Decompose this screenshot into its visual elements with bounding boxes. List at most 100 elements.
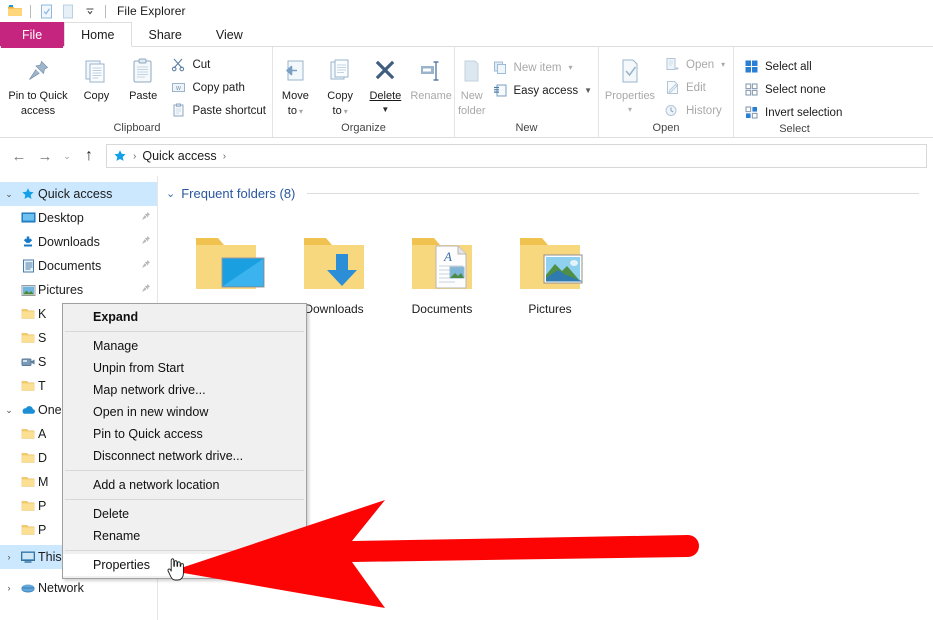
context-menu-item-label: Expand <box>93 310 139 324</box>
cut-button[interactable]: Cut <box>167 54 272 75</box>
context-menu-item-properties[interactable]: Properties <box>63 554 306 576</box>
new-item-icon <box>492 59 509 76</box>
up-button[interactable]: ↑ <box>76 143 102 169</box>
onedrive-icon <box>18 404 38 416</box>
context-menu-item-manage[interactable]: Manage <box>63 335 306 357</box>
open-button[interactable]: Open ▾ <box>661 54 731 75</box>
properties-ribbon-button[interactable]: Properties ▾ <box>599 51 661 114</box>
context-menu-item-delete[interactable]: Delete <box>63 503 306 525</box>
chevron-down-icon[interactable]: ⌄ <box>0 189 18 200</box>
new-folder-button[interactable]: New folder <box>455 51 489 117</box>
easy-access-caret-icon[interactable]: ▼ <box>584 86 592 95</box>
context-menu-item-add-a-network-location[interactable]: Add a network location <box>63 474 306 496</box>
title-bar: File Explorer <box>0 0 933 22</box>
tab-view[interactable]: View <box>199 22 260 47</box>
address-input[interactable]: › Quick access › <box>106 144 927 168</box>
paste-button[interactable]: Paste <box>119 51 168 102</box>
context-menu-item-open-in-new-window[interactable]: Open in new window <box>63 401 306 423</box>
edit-button[interactable]: Edit <box>661 77 731 98</box>
context-menu-item-label: Map network drive... <box>93 383 206 397</box>
context-menu-item-expand[interactable]: Expand <box>63 306 306 328</box>
history-button[interactable]: History <box>661 100 731 121</box>
context-menu-item-unpin-from-start[interactable]: Unpin from Start <box>63 357 306 379</box>
edit-icon <box>664 79 681 96</box>
copy-button[interactable]: Copy <box>74 51 119 102</box>
context-menu-item-label: Delete <box>93 507 130 521</box>
tab-file-label: File <box>22 28 43 42</box>
context-menu-item-pin-to-quick-access[interactable]: Pin to Quick access <box>63 423 306 445</box>
context-menu-separator <box>65 331 304 332</box>
paste-shortcut-button[interactable]: Paste shortcut <box>167 100 272 121</box>
forward-button[interactable]: → <box>32 143 58 169</box>
delete-button[interactable]: Delete ▼ <box>363 51 409 114</box>
select-none-button[interactable]: Select none <box>740 79 848 100</box>
context-menu-item-map-network-drive[interactable]: Map network drive... <box>63 379 306 401</box>
tab-share[interactable]: Share <box>132 22 199 47</box>
breadcrumb-quick-access[interactable]: Quick access <box>142 149 216 163</box>
chevron-down-icon[interactable]: ⌄ <box>166 187 175 200</box>
properties-ribbon-label: Properties <box>604 90 656 102</box>
recent-locations-button[interactable]: ⌄ <box>58 143 76 169</box>
sidebar-item-downloads[interactable]: Downloads <box>0 230 157 254</box>
folder-tile-pictures[interactable]: Pictures <box>496 212 604 330</box>
tab-view-label: View <box>215 28 243 42</box>
copy-to-button[interactable]: Copy to ▾ <box>318 51 363 118</box>
context-menu-item-label: Rename <box>93 529 141 543</box>
invert-selection-button[interactable]: Invert selection <box>740 102 848 123</box>
copy-path-button[interactable]: W Copy path <box>167 77 272 98</box>
new-folder-icon[interactable] <box>57 1 79 21</box>
new-item-caret-icon[interactable]: ▾ <box>568 63 572 72</box>
sidebar-item-network[interactable]: › Network <box>0 576 157 600</box>
quick-access-star-icon <box>113 149 127 163</box>
copy-to-icon <box>325 55 355 87</box>
new-item-button[interactable]: New item ▾ <box>489 57 598 78</box>
tab-share-label: Share <box>148 28 182 42</box>
history-icon <box>664 102 681 119</box>
chevron-right-icon[interactable]: › <box>0 583 18 593</box>
sidebar-item-documents[interactable]: Documents <box>0 254 157 278</box>
easy-access-label: Easy access <box>513 84 579 97</box>
sidebar-item-label: P <box>38 499 47 513</box>
pin-to-quick-access-button[interactable]: Pin to Quick access <box>2 51 74 117</box>
breadcrumb-separator-2[interactable]: › <box>223 151 226 162</box>
context-menu-item-rename[interactable]: Rename <box>63 525 306 547</box>
open-small-commands: Open ▾ Edit History <box>661 51 731 121</box>
sidebar-item-desktop[interactable]: Desktop <box>0 206 157 230</box>
customize-dropdown-icon[interactable] <box>79 1 101 21</box>
copy-label: Copy <box>83 90 110 102</box>
folder-tile-documents[interactable]: A Documents <box>388 212 496 330</box>
sidebar-item-pictures[interactable]: Pictures <box>0 278 157 302</box>
pin-indicator-icon <box>139 283 153 298</box>
properties-icon[interactable] <box>35 1 57 21</box>
explorer-icon[interactable] <box>4 1 26 21</box>
sidebar-item-quick-access[interactable]: ⌄ Quick access <box>0 182 157 206</box>
context-menu-separator <box>65 550 304 551</box>
sidebar-item-label: Pictures <box>38 283 84 297</box>
context-menu-item-disconnect-network-drive[interactable]: Disconnect network drive... <box>63 445 306 467</box>
sidebar-item-label: S <box>38 331 47 345</box>
easy-access-icon <box>492 82 509 99</box>
scissors-icon <box>170 56 187 73</box>
new-folder-label-1: New <box>460 90 483 102</box>
rename-button[interactable]: Rename <box>408 51 454 102</box>
open-caret-icon[interactable]: ▾ <box>721 60 725 69</box>
folder-desktop-icon <box>184 212 268 300</box>
move-to-caret-icon[interactable]: ▾ <box>299 107 303 116</box>
delete-caret-icon[interactable]: ▼ <box>381 105 389 114</box>
copy-to-caret-icon[interactable]: ▾ <box>344 107 348 116</box>
new-folder-label-2: folder <box>457 105 486 117</box>
paste-label: Paste <box>129 90 158 102</box>
select-all-button[interactable]: Select all <box>740 56 848 77</box>
back-button[interactable]: ← <box>6 143 32 169</box>
easy-access-button[interactable]: Easy access ▼ <box>489 80 598 101</box>
chevron-right-icon[interactable]: › <box>0 552 18 562</box>
ribbon-group-open: Properties ▾ Open ▾ Edit History Open <box>598 47 733 137</box>
properties-ribbon-caret-icon[interactable]: ▾ <box>628 105 632 114</box>
chevron-down-icon[interactable]: ⌄ <box>0 405 18 416</box>
frequent-folders-header[interactable]: ⌄ Frequent folders (8) <box>158 182 933 204</box>
move-to-button[interactable]: Move to ▾ <box>273 51 318 118</box>
sidebar-item-label: P <box>38 523 47 537</box>
tab-home[interactable]: Home <box>64 22 132 47</box>
copy-to-label-2-text: to <box>332 105 342 117</box>
tab-file[interactable]: File <box>0 22 65 48</box>
